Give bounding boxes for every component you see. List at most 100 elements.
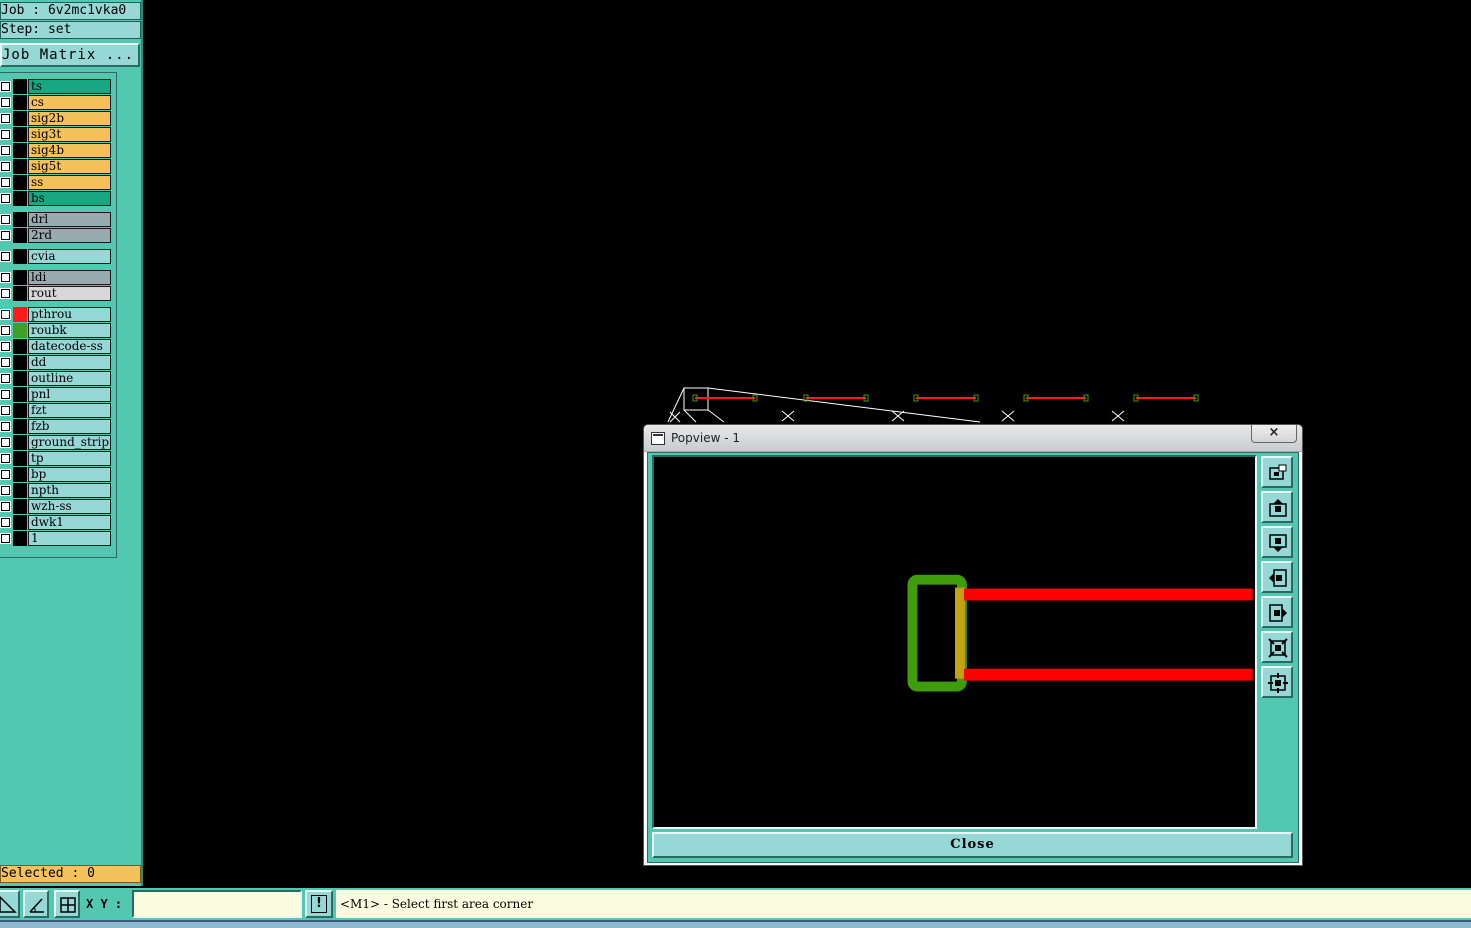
layer-name[interactable]: sig2b: [28, 111, 111, 126]
layer-color-swatch[interactable]: [13, 451, 27, 466]
layer-row[interactable]: ss: [0, 175, 113, 190]
layer-row[interactable]: sig4b: [0, 143, 113, 158]
layer-name[interactable]: fzb: [28, 419, 111, 434]
layer-name[interactable]: bs: [28, 191, 111, 206]
layer-name[interactable]: sig4b: [28, 143, 111, 158]
layer-checkbox[interactable]: [0, 485, 11, 496]
layer-row[interactable]: 1: [0, 531, 113, 546]
layer-color-swatch[interactable]: [13, 307, 27, 322]
layer-checkbox[interactable]: [0, 341, 11, 352]
layer-checkbox[interactable]: [0, 469, 11, 480]
layer-checkbox[interactable]: [0, 81, 11, 92]
layer-checkbox[interactable]: [0, 309, 11, 320]
layer-name[interactable]: 2rd: [28, 228, 111, 243]
zoom-out-button[interactable]: [1261, 666, 1293, 698]
layer-name[interactable]: dd: [28, 355, 111, 370]
layer-color-swatch[interactable]: [13, 127, 27, 142]
layer-checkbox[interactable]: [0, 533, 11, 544]
popview-canvas[interactable]: [652, 455, 1257, 829]
layer-color-swatch[interactable]: [13, 483, 27, 498]
layer-color-swatch[interactable]: [13, 212, 27, 227]
layer-checkbox[interactable]: [0, 288, 11, 299]
layer-checkbox[interactable]: [0, 421, 11, 432]
layer-row[interactable]: rout: [0, 286, 113, 301]
layer-color-swatch[interactable]: [13, 355, 27, 370]
layer-row[interactable]: outline: [0, 371, 113, 386]
xy-input[interactable]: [132, 890, 302, 918]
layer-color-swatch[interactable]: [13, 467, 27, 482]
layer-row[interactable]: cvia: [0, 249, 113, 264]
layer-color-swatch[interactable]: [13, 228, 27, 243]
layer-checkbox[interactable]: [0, 517, 11, 528]
layer-checkbox[interactable]: [0, 389, 11, 400]
layer-name[interactable]: sig3t: [28, 127, 111, 142]
layer-name[interactable]: fzt: [28, 403, 111, 418]
layer-color-swatch[interactable]: [13, 159, 27, 174]
layer-checkbox[interactable]: [0, 177, 11, 188]
layer-color-swatch[interactable]: [13, 270, 27, 285]
layer-name[interactable]: wzh-ss: [28, 499, 111, 514]
layer-row[interactable]: ground_strip: [0, 435, 113, 450]
layer-checkbox[interactable]: [0, 251, 11, 262]
layer-color-swatch[interactable]: [13, 323, 27, 338]
layer-color-swatch[interactable]: [13, 403, 27, 418]
layer-row[interactable]: cs: [0, 95, 113, 110]
job-matrix-button[interactable]: Job Matrix ...: [0, 43, 140, 67]
grid-tool-button[interactable]: [54, 890, 80, 918]
layer-checkbox[interactable]: [0, 437, 11, 448]
layer-color-swatch[interactable]: [13, 191, 27, 206]
layer-checkbox[interactable]: [0, 97, 11, 108]
layer-name[interactable]: datecode-ss: [28, 339, 111, 354]
layer-checkbox[interactable]: [0, 405, 11, 416]
layer-color-swatch[interactable]: [13, 371, 27, 386]
layer-color-swatch[interactable]: [13, 286, 27, 301]
layer-checkbox[interactable]: [0, 325, 11, 336]
layer-name[interactable]: bp: [28, 467, 111, 482]
layer-checkbox[interactable]: [0, 214, 11, 225]
layer-checkbox[interactable]: [0, 161, 11, 172]
layer-checkbox[interactable]: [0, 272, 11, 283]
layer-checkbox[interactable]: [0, 230, 11, 241]
layer-checkbox[interactable]: [0, 357, 11, 368]
layer-color-swatch[interactable]: [13, 387, 27, 402]
layer-row[interactable]: drl: [0, 212, 113, 227]
layer-row[interactable]: pnl: [0, 387, 113, 402]
measure-tool-button[interactable]: [0, 890, 20, 918]
layer-name[interactable]: rout: [28, 286, 111, 301]
pan-right-button[interactable]: [1261, 596, 1293, 628]
layer-name[interactable]: tp: [28, 451, 111, 466]
popview-titlebar[interactable]: Popview - 1 ×: [644, 425, 1302, 452]
window-close-button[interactable]: ×: [1251, 425, 1297, 443]
layer-name[interactable]: drl: [28, 212, 111, 227]
pan-down-button[interactable]: [1261, 526, 1293, 558]
layer-color-swatch[interactable]: [13, 175, 27, 190]
layer-color-swatch[interactable]: [13, 143, 27, 158]
layer-name[interactable]: ss: [28, 175, 111, 190]
angle-tool-button[interactable]: [23, 890, 49, 918]
layer-row[interactable]: datecode-ss: [0, 339, 113, 354]
layer-color-swatch[interactable]: [13, 249, 27, 264]
zoom-home-button[interactable]: [1261, 456, 1293, 488]
zoom-in-button[interactable]: [1261, 631, 1293, 663]
pan-up-button[interactable]: [1261, 491, 1293, 523]
layer-name[interactable]: ldi: [28, 270, 111, 285]
layer-color-swatch[interactable]: [13, 435, 27, 450]
layer-name[interactable]: outline: [28, 371, 111, 386]
pan-left-button[interactable]: [1261, 561, 1293, 593]
layer-row[interactable]: fzt: [0, 403, 113, 418]
layer-name[interactable]: npth: [28, 483, 111, 498]
layer-row[interactable]: wzh-ss: [0, 499, 113, 514]
layer-checkbox[interactable]: [0, 373, 11, 384]
warning-button[interactable]: !: [305, 890, 333, 918]
layer-checkbox[interactable]: [0, 193, 11, 204]
layer-name[interactable]: 1: [28, 531, 111, 546]
layer-color-swatch[interactable]: [13, 339, 27, 354]
layer-row[interactable]: bs: [0, 191, 113, 206]
layer-color-swatch[interactable]: [13, 79, 27, 94]
layer-color-swatch[interactable]: [13, 419, 27, 434]
layer-name[interactable]: dwk1: [28, 515, 111, 530]
layer-color-swatch[interactable]: [13, 499, 27, 514]
layer-name[interactable]: pthrou: [28, 307, 111, 322]
layer-row[interactable]: dwk1: [0, 515, 113, 530]
layer-checkbox[interactable]: [0, 501, 11, 512]
